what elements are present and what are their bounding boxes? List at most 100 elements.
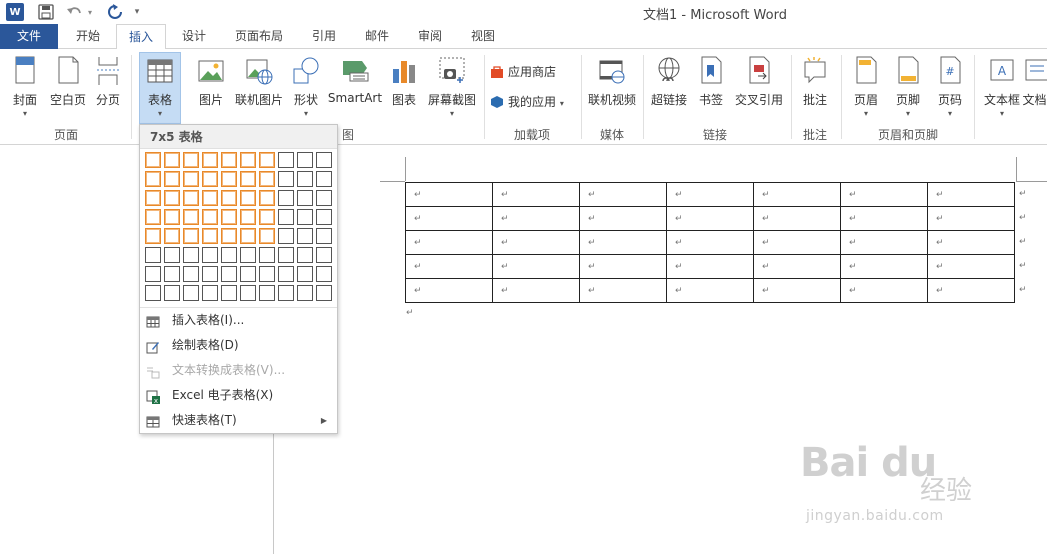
table-grid-cell[interactable] <box>183 190 199 206</box>
table-cell[interactable]: ↵ <box>579 206 667 231</box>
table-grid-cell[interactable] <box>202 228 218 244</box>
table-grid-cell[interactable] <box>145 152 161 168</box>
table-grid-cell[interactable] <box>316 266 332 282</box>
table-grid-cell[interactable] <box>316 190 332 206</box>
table-grid-cell[interactable] <box>297 171 313 187</box>
table-grid-cell[interactable] <box>297 228 313 244</box>
table-cell[interactable]: ↵ <box>579 278 667 303</box>
table-cell[interactable]: ↵ <box>579 230 667 255</box>
table-grid-cell[interactable] <box>221 228 237 244</box>
table-cell[interactable]: ↵ <box>405 206 493 231</box>
table-grid-cell[interactable] <box>316 209 332 225</box>
table-grid-cell[interactable] <box>278 266 294 282</box>
table-grid-cell[interactable] <box>297 209 313 225</box>
table-cell[interactable]: ↵ <box>753 254 841 279</box>
undo-icon[interactable] <box>66 3 84 21</box>
table-cell[interactable]: ↵ <box>405 254 493 279</box>
table-cell[interactable]: ↵ <box>666 206 754 231</box>
chart-button[interactable]: 图表 <box>388 53 420 127</box>
table-grid-cell[interactable] <box>145 228 161 244</box>
store-button[interactable]: 应用商店 <box>490 61 556 83</box>
tab-file[interactable]: 文件 <box>0 24 58 49</box>
table-grid-cell[interactable] <box>316 285 332 301</box>
table-cell[interactable]: ↵ <box>753 182 841 207</box>
table-grid-cell[interactable] <box>316 228 332 244</box>
comment-button[interactable]: 批注 <box>796 53 834 127</box>
table-grid-cell[interactable] <box>240 266 256 282</box>
redo-icon[interactable] <box>106 3 124 21</box>
cross-reference-button[interactable]: 交叉引用 <box>731 53 787 127</box>
table-size-grid[interactable] <box>145 152 335 304</box>
table-grid-cell[interactable] <box>221 285 237 301</box>
save-icon[interactable] <box>38 3 54 21</box>
table-grid-cell[interactable] <box>164 247 180 263</box>
table-cell[interactable]: ↵ <box>492 254 580 279</box>
table-cell[interactable]: ↵ <box>405 182 493 207</box>
online-picture-button[interactable]: 联机图片 <box>232 53 286 127</box>
bookmark-button[interactable]: 书签 <box>694 53 728 127</box>
table-grid-cell[interactable] <box>240 171 256 187</box>
table-grid-cell[interactable] <box>145 247 161 263</box>
table-grid-cell[interactable] <box>221 266 237 282</box>
table-grid-cell[interactable] <box>259 190 275 206</box>
draw-table-menu-item[interactable]: 绘制表格(D) <box>140 333 337 358</box>
table-cell[interactable]: ↵ <box>405 230 493 255</box>
table-grid-cell[interactable] <box>278 152 294 168</box>
table-grid-cell[interactable] <box>202 190 218 206</box>
table-grid-cell[interactable] <box>202 152 218 168</box>
tab-view[interactable]: 视图 <box>458 24 508 49</box>
excel-spreadsheet-menu-item[interactable]: x Excel 电子表格(X) <box>140 383 337 408</box>
table-grid-cell[interactable] <box>240 247 256 263</box>
table-grid-cell[interactable] <box>278 190 294 206</box>
table-cell[interactable]: ↵ <box>492 230 580 255</box>
page-break-button[interactable]: 分页 <box>92 53 124 127</box>
table-cell[interactable]: ↵ <box>927 278 1015 303</box>
quick-tables-menu-item[interactable]: 快速表格(T) ▶ <box>140 408 337 433</box>
blank-page-button[interactable]: 空白页 <box>46 53 90 127</box>
table-grid-cell[interactable] <box>297 190 313 206</box>
table-cell[interactable]: ↵ <box>840 182 928 207</box>
table-grid-cell[interactable] <box>221 152 237 168</box>
table-grid-cell[interactable] <box>259 152 275 168</box>
table-grid-cell[interactable] <box>145 209 161 225</box>
table-grid-cell[interactable] <box>164 285 180 301</box>
table-cell[interactable]: ↵ <box>666 278 754 303</box>
table-grid-cell[interactable] <box>221 209 237 225</box>
footer-button[interactable]: 页脚 ▾ <box>890 53 926 127</box>
table-cell[interactable]: ↵ <box>579 182 667 207</box>
table-grid-cell[interactable] <box>259 209 275 225</box>
table-button[interactable]: 表格 ▾ <box>139 52 181 124</box>
cover-page-button[interactable]: 封面 ▾ <box>6 53 44 127</box>
table-cell[interactable]: ↵ <box>927 254 1015 279</box>
table-grid-cell[interactable] <box>202 285 218 301</box>
table-grid-cell[interactable] <box>278 285 294 301</box>
table-cell[interactable]: ↵ <box>666 254 754 279</box>
table-grid-cell[interactable] <box>145 266 161 282</box>
table-cell[interactable]: ↵ <box>405 278 493 303</box>
table-grid-cell[interactable] <box>316 247 332 263</box>
table-grid-cell[interactable] <box>259 171 275 187</box>
table-cell[interactable]: ↵ <box>927 182 1015 207</box>
table-cell[interactable]: ↵ <box>753 278 841 303</box>
shapes-button[interactable]: 形状 ▾ <box>290 53 322 127</box>
table-cell[interactable]: ↵ <box>579 254 667 279</box>
table-cell[interactable]: ↵ <box>753 230 841 255</box>
table-grid-cell[interactable] <box>202 171 218 187</box>
table-grid-cell[interactable] <box>183 152 199 168</box>
table-grid-cell[interactable] <box>240 228 256 244</box>
table-cell[interactable]: ↵ <box>840 254 928 279</box>
table-cell[interactable]: ↵ <box>666 230 754 255</box>
tab-review[interactable]: 审阅 <box>404 24 456 49</box>
table-cell[interactable]: ↵ <box>492 206 580 231</box>
table-grid-cell[interactable] <box>183 228 199 244</box>
table-grid-cell[interactable] <box>164 171 180 187</box>
screenshot-button[interactable]: 屏幕截图 ▾ <box>424 53 480 127</box>
table-cell[interactable]: ↵ <box>927 206 1015 231</box>
table-grid-cell[interactable] <box>240 190 256 206</box>
table-grid-cell[interactable] <box>164 266 180 282</box>
table-grid-cell[interactable] <box>145 285 161 301</box>
customize-quick-access-icon[interactable]: ▾ <box>132 3 142 21</box>
table-grid-cell[interactable] <box>278 247 294 263</box>
tab-references[interactable]: 引用 <box>298 24 350 49</box>
table-cell[interactable]: ↵ <box>666 182 754 207</box>
